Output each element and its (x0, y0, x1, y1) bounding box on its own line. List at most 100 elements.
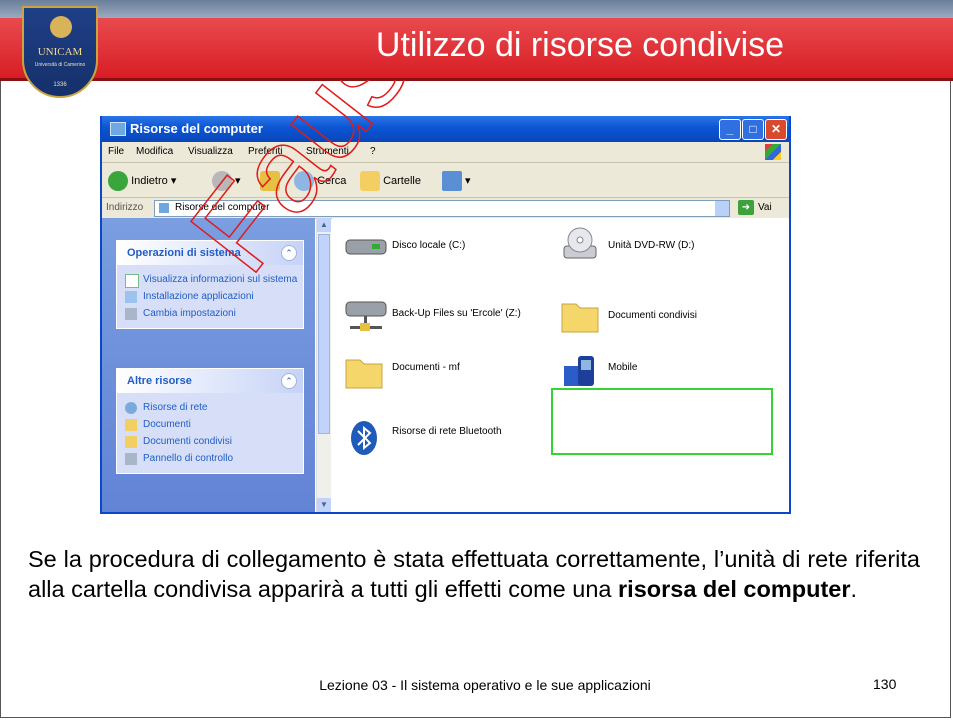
address-value: Risorse del computer (175, 202, 270, 213)
window-titlebar[interactable]: Risorse del computer _ □ ✕ (102, 116, 789, 142)
item-label: Mobile (608, 362, 638, 373)
scroll-thumb[interactable] (318, 234, 330, 434)
search-icon (294, 171, 314, 191)
menu-modifica[interactable]: Modifica (136, 146, 173, 157)
back-label: Indietro (131, 174, 168, 187)
logo-subtitle: Università di Camerino (34, 62, 86, 68)
forward-arrow-icon (212, 171, 232, 191)
item-label: Unità DVD-RW (D:) (608, 240, 695, 251)
views-button[interactable]: ▾ (442, 171, 471, 191)
address-bar: Indirizzo Risorse del computer ➜ Vai (102, 198, 789, 219)
paragraph-end: . (850, 576, 858, 602)
shared-documents-folder[interactable]: Documenti condivisi (560, 298, 697, 337)
toolbar: Indietro ▾ ▾ Cerca Cartelle ▾ (102, 163, 789, 198)
scrollbar[interactable]: ▲ ▼ (316, 218, 331, 512)
control-panel-icon (125, 453, 137, 465)
scroll-down-icon[interactable]: ▼ (317, 498, 331, 512)
network-drive-icon (345, 301, 387, 331)
go-button[interactable]: Vai (758, 202, 772, 213)
crest-icon (50, 16, 72, 38)
explorer-window: Risorse del computer _ □ ✕ File Modifica… (100, 116, 791, 514)
link-label: Pannello di controllo (143, 453, 234, 464)
network-drive-z[interactable]: Back-Up Files su 'Ercole' (Z:) (344, 296, 521, 339)
network-drive-highlight (551, 388, 773, 455)
address-field[interactable]: Risorse del computer (154, 200, 730, 217)
computer-icon (159, 203, 169, 213)
slide-body-text: Se la procedura di collegamento è stata … (28, 544, 920, 604)
task-link-settings[interactable]: Cambia impostazioni (117, 305, 303, 322)
link-control-panel[interactable]: Pannello di controllo (117, 450, 303, 467)
link-documents[interactable]: Documenti (117, 416, 303, 433)
item-label: Documenti - mf (392, 362, 460, 373)
search-label: Cerca (317, 174, 347, 187)
search-button[interactable]: Cerca (294, 171, 346, 191)
folder-icon (125, 436, 137, 448)
task-link-label: Cambia impostazioni (143, 308, 236, 319)
task-link-system-info[interactable]: Visualizza informazioni sul sistema (117, 271, 303, 288)
slide-footer: Lezione 03 - Il sistema operativo e le s… (319, 677, 651, 693)
item-label: Documenti condivisi (608, 310, 697, 321)
menu-file[interactable]: File (108, 146, 124, 157)
item-label: Back-Up Files su 'Ercole' (Z:) (392, 308, 521, 319)
mobile-device-icon (564, 356, 594, 386)
drive-d[interactable]: Unità DVD-RW (D:) (560, 224, 694, 267)
page-number: 130 (873, 676, 897, 692)
menu-visualizza[interactable]: Visualizza (188, 146, 233, 157)
panel-title: Operazioni di sistema (127, 247, 241, 259)
other-places-panel: Altre risorse ⌃ Risorse di rete Document… (116, 368, 304, 474)
item-label: Risorse di rete Bluetooth (392, 426, 502, 437)
folders-button[interactable]: Cartelle (360, 171, 421, 191)
documents-mf-folder[interactable]: Documenti - mf (344, 354, 460, 393)
slide-header: Utilizzo di risorse condivise (0, 0, 953, 93)
content-area: Disco locale (C:) Unità DVD-RW (D:) Back… (332, 218, 789, 512)
collapse-icon[interactable]: ⌃ (281, 245, 297, 261)
logo-name: UNICAM (37, 46, 83, 58)
panel-header[interactable]: Operazioni di sistema ⌃ (117, 241, 303, 265)
folder-icon (125, 419, 137, 431)
window-title: Risorse del computer (130, 121, 263, 136)
task-link-label: Visualizza informazioni sul sistema (143, 274, 298, 285)
bluetooth-icon (351, 421, 377, 455)
up-folder-button[interactable] (260, 171, 280, 191)
link-label: Documenti condivisi (143, 436, 232, 447)
bluetooth-places[interactable]: Risorse di rete Bluetooth (344, 418, 502, 461)
item-label: Disco locale (C:) (392, 240, 466, 251)
panel-title: Altre risorse (127, 375, 192, 387)
task-pane: Operazioni di sistema ⌃ Visualizza infor… (102, 218, 315, 512)
network-icon (125, 402, 137, 414)
task-link-label: Installazione applicazioni (143, 291, 254, 302)
header-divider (0, 78, 953, 81)
system-tasks-panel: Operazioni di sistema ⌃ Visualizza infor… (116, 240, 304, 329)
forward-button[interactable]: ▾ (212, 171, 241, 191)
link-shared-documents[interactable]: Documenti condivisi (117, 433, 303, 450)
panel-header[interactable]: Altre risorse ⌃ (117, 369, 303, 393)
folders-icon (360, 171, 380, 191)
windows-logo-icon (765, 144, 781, 160)
folder-icon (561, 303, 599, 333)
control-panel-icon (125, 308, 137, 320)
link-label: Risorse di rete (143, 402, 208, 413)
menu-preferiti[interactable]: Preferiti (248, 146, 282, 157)
go-arrow-icon[interactable]: ➜ (738, 200, 754, 215)
collapse-icon[interactable]: ⌃ (281, 373, 297, 389)
back-button[interactable]: Indietro ▾ (108, 171, 176, 191)
address-label: Indirizzo (106, 202, 144, 213)
scroll-up-icon[interactable]: ▲ (317, 218, 331, 232)
task-link-add-remove[interactable]: Installazione applicazioni (117, 288, 303, 305)
drive-c[interactable]: Disco locale (C:) (344, 232, 465, 263)
views-icon (442, 171, 462, 191)
maximize-button[interactable]: □ (742, 119, 764, 140)
chevron-down-icon[interactable] (715, 201, 729, 216)
install-icon (125, 291, 137, 303)
minimize-button[interactable]: _ (719, 119, 741, 140)
dvd-drive-icon (563, 227, 597, 259)
menu-help[interactable]: ? (370, 146, 376, 157)
link-network-places[interactable]: Risorse di rete (117, 399, 303, 416)
computer-icon (110, 122, 126, 136)
link-label: Documenti (143, 419, 191, 430)
hard-drive-icon (345, 239, 387, 255)
close-button[interactable]: ✕ (765, 119, 787, 140)
up-folder-icon (260, 171, 280, 191)
menu-strumenti[interactable]: Strumenti (306, 146, 349, 157)
logo-year: 1336 (53, 82, 67, 88)
